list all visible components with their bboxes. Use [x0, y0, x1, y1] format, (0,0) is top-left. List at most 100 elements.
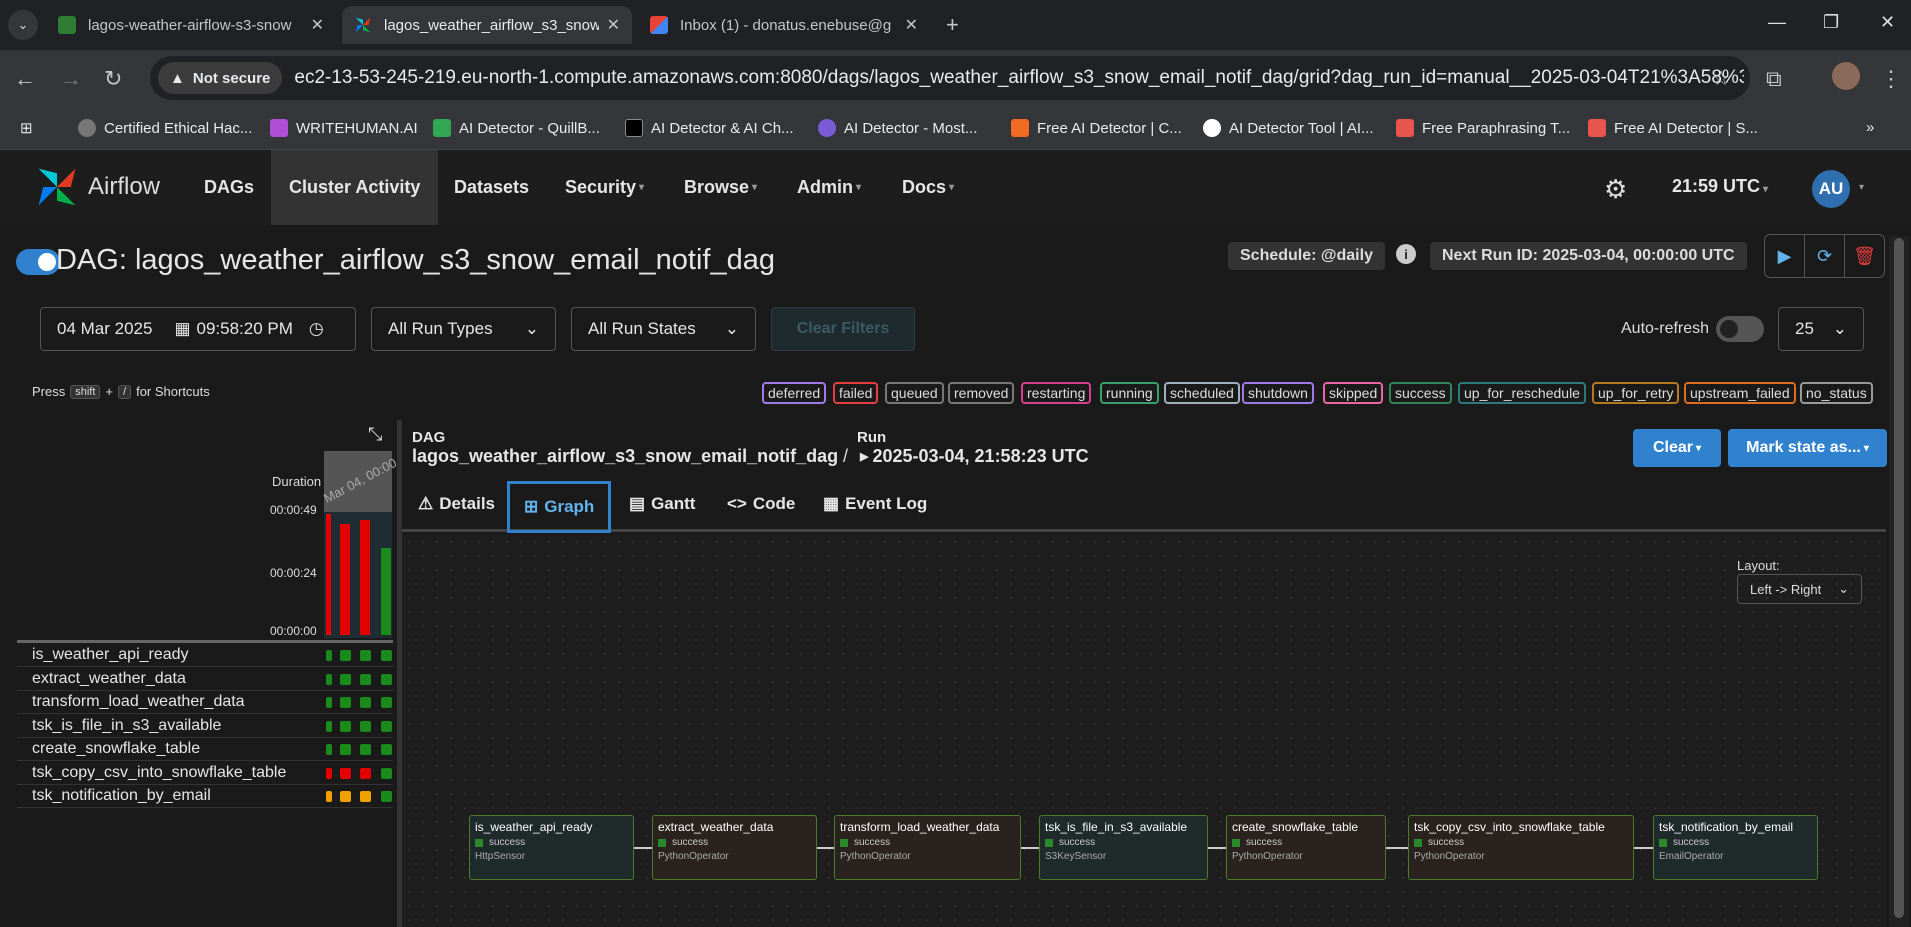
graph-task-node[interactable]: tsk_is_file_in_s3_available success S3KeyS… — [1039, 815, 1208, 880]
more-menu-icon[interactable]: ⋮ — [1880, 66, 1902, 92]
airflow-logo[interactable]: Airflow — [34, 164, 160, 210]
legend-upstream-failed[interactable]: upstream_failed — [1684, 382, 1796, 404]
close-icon[interactable]: ✕ — [607, 15, 620, 35]
graph-task-node[interactable]: is_weather_api_ready success HttpSensor — [469, 815, 634, 880]
task-instance-cell[interactable] — [381, 697, 392, 708]
task-row[interactable]: is_weather_api_ready — [17, 644, 393, 667]
task-instance-cell[interactable] — [381, 791, 392, 802]
graph-task-node[interactable]: transform_load_weather_data success Python… — [834, 815, 1021, 880]
legend-up-for-retry[interactable]: up_for_retry — [1592, 382, 1680, 404]
legend-shutdown[interactable]: shutdown — [1242, 382, 1314, 404]
task-instance-cell[interactable] — [381, 650, 392, 661]
run-duration-bar[interactable] — [381, 548, 391, 635]
nav-admin[interactable]: Admin ▾ — [779, 150, 879, 225]
reparse-dag-button[interactable]: ⟳ — [1805, 235, 1845, 277]
bookmark-item[interactable]: AI Detector Tool | AI... — [1203, 119, 1374, 137]
bookmark-item[interactable]: AI Detector - Most... — [818, 119, 977, 137]
task-instance-cell[interactable] — [360, 767, 371, 779]
scrollbar-thumb[interactable] — [1894, 238, 1904, 918]
time-display[interactable]: 21:59 UTC ▾ — [1672, 176, 1768, 197]
task-row[interactable]: tsk_copy_csv_into_snowflake_table — [17, 762, 393, 785]
legend-running[interactable]: running — [1100, 382, 1159, 404]
clear-filters-button[interactable]: Clear Filters — [771, 307, 915, 351]
legend-no-status[interactable]: no_status — [1800, 382, 1873, 404]
run-states-select[interactable]: All Run States ⌄ — [571, 307, 756, 351]
legend-scheduled[interactable]: scheduled — [1164, 382, 1240, 404]
task-instance-cell[interactable] — [340, 744, 351, 755]
legend-queued[interactable]: queued — [885, 382, 944, 404]
window-close-button[interactable]: ✕ — [1880, 12, 1895, 33]
task-instance-cell[interactable] — [340, 720, 351, 732]
nav-security[interactable]: Security ▾ — [547, 150, 662, 225]
legend-success[interactable]: success — [1389, 382, 1452, 404]
apps-grid-icon[interactable]: ⊞ — [20, 119, 33, 137]
back-arrow-icon[interactable]: ← — [14, 66, 36, 92]
tab-event-log[interactable]: ▦ Event Log — [823, 476, 927, 532]
nav-browse[interactable]: Browse ▾ — [666, 150, 775, 225]
minimize-button[interactable]: — — [1768, 12, 1786, 33]
bookmark-item[interactable]: Free AI Detector | C... — [1011, 119, 1182, 137]
layout-select[interactable]: Left -> Right ⌄ — [1737, 574, 1862, 604]
security-indicator[interactable]: ▲ Not secure — [158, 62, 283, 94]
address-bar[interactable]: ▲ Not secure ec2-13-53-245-219.eu-north-… — [150, 56, 1750, 100]
graph-task-node[interactable]: create_snowflake_table success PythonOpera… — [1226, 815, 1386, 880]
tab-details[interactable]: ⚠ Details — [418, 476, 495, 532]
maximize-button[interactable]: ❐ — [1823, 12, 1839, 33]
run-types-select[interactable]: All Run Types ⌄ — [371, 307, 556, 351]
close-icon[interactable]: ✕ — [905, 15, 918, 35]
nav-cluster-activity[interactable]: Cluster Activity — [271, 150, 439, 225]
task-instance-cell[interactable] — [326, 673, 332, 685]
tab-graph[interactable]: ⊞ Graph — [507, 481, 612, 533]
bookmark-item[interactable]: AI Detector & AI Ch... — [625, 119, 794, 137]
task-instance-cell[interactable] — [381, 767, 392, 779]
browser-tab-2[interactable]: lagos_weather_airflow_s3_snow ✕ — [342, 6, 632, 44]
bookmark-item[interactable]: AI Detector - QuillB... — [433, 119, 600, 137]
task-instance-cell[interactable] — [360, 744, 371, 755]
task-row[interactable]: tsk_notification_by_email — [17, 785, 393, 808]
task-instance-cell[interactable] — [326, 697, 332, 708]
legend-removed[interactable]: removed — [948, 382, 1015, 404]
run-datetime-filter[interactable]: 04 Mar 2025 ▦ 09:58:20 PM ◷ — [40, 307, 356, 351]
task-row[interactable]: extract_weather_data — [17, 668, 393, 691]
trigger-dag-button[interactable]: ▶ — [1765, 235, 1805, 277]
clear-run-button[interactable]: Clear ▾ — [1633, 429, 1721, 467]
tab-code[interactable]: <> Code — [727, 476, 795, 532]
legend-restarting[interactable]: restarting — [1021, 382, 1092, 404]
run-duration-bar[interactable] — [326, 514, 331, 635]
dag-pause-toggle[interactable] — [16, 249, 60, 275]
page-size-select[interactable]: 25 ⌄ — [1778, 307, 1864, 351]
user-avatar[interactable]: AU — [1812, 170, 1850, 208]
more-bookmarks-icon[interactable]: » — [1866, 119, 1874, 136]
task-instance-cell[interactable] — [360, 650, 371, 661]
info-icon[interactable]: i — [1396, 244, 1416, 264]
delete-dag-button[interactable]: 🗑 — [1845, 235, 1884, 277]
url-text[interactable]: ec2-13-53-245-219.eu-north-1.compute.ama… — [294, 67, 1744, 89]
task-instance-cell[interactable] — [381, 744, 392, 755]
run-duration-bar[interactable] — [340, 524, 350, 635]
bookmark-item[interactable]: Free Paraphrasing T... — [1396, 119, 1570, 137]
tab-search-button[interactable]: ⌄ — [8, 10, 38, 40]
extensions-icon[interactable]: ⧉ — [1766, 66, 1782, 92]
legend-failed[interactable]: failed — [833, 382, 879, 404]
nav-datasets[interactable]: Datasets — [436, 150, 547, 225]
legend-skipped[interactable]: skipped — [1323, 382, 1384, 404]
task-row[interactable]: tsk_is_file_in_s3_available — [17, 715, 393, 738]
auto-refresh-toggle[interactable] — [1716, 316, 1764, 342]
page-scrollbar[interactable] — [1889, 236, 1909, 927]
graph-task-node[interactable]: tsk_notification_by_email success EmailOpe… — [1653, 815, 1818, 880]
task-instance-cell[interactable] — [360, 720, 371, 732]
bookmark-item[interactable]: Certified Ethical Hac... — [78, 119, 252, 137]
task-instance-cell[interactable] — [326, 650, 332, 661]
nav-docs[interactable]: Docs ▾ — [884, 150, 972, 225]
task-instance-cell[interactable] — [340, 650, 351, 661]
breadcrumb-run-link[interactable]: ▶ 2025-03-04, 21:58:23 UTC — [860, 446, 1089, 467]
bookmark-item[interactable]: Free AI Detector | S... — [1588, 119, 1758, 137]
legend-deferred[interactable]: deferred — [762, 382, 827, 404]
mark-state-button[interactable]: Mark state as... ▾ — [1728, 429, 1887, 467]
task-instance-cell[interactable] — [326, 791, 332, 802]
task-row[interactable]: create_snowflake_table — [17, 738, 393, 761]
collapse-icon[interactable]: ⤡ — [368, 424, 382, 445]
tab-gantt[interactable]: ▤ Gantt — [629, 476, 695, 532]
gear-icon[interactable]: ⚙ — [1604, 174, 1627, 205]
nav-dags[interactable]: DAGs — [186, 150, 272, 225]
